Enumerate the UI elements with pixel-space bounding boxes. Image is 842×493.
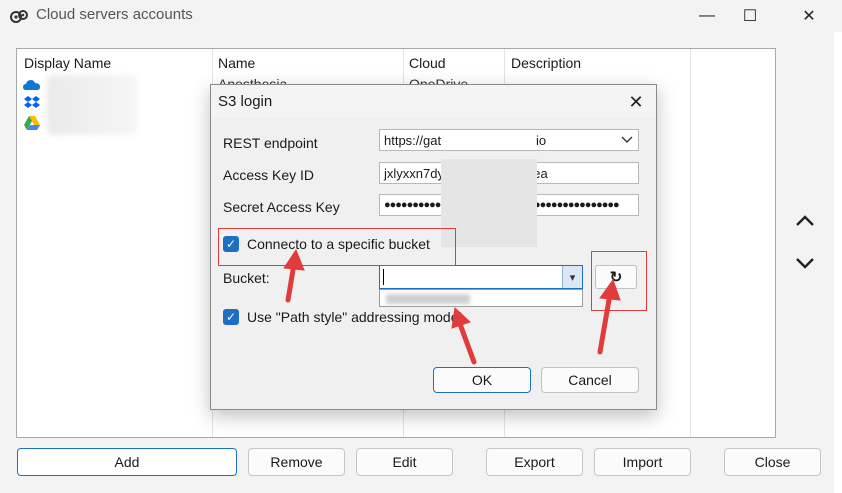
chevron-down-icon: ▾	[569, 271, 576, 284]
blurred-display-names	[47, 75, 137, 135]
maximize-icon: ☐	[742, 8, 758, 25]
export-button[interactable]: Export	[486, 448, 583, 476]
bucket-combobox[interactable]: ▾	[379, 265, 583, 289]
minimize-icon: —	[699, 7, 715, 24]
close-button[interactable]: Close	[724, 448, 821, 476]
google-drive-icon	[24, 116, 40, 130]
add-button[interactable]: Add	[17, 448, 237, 476]
bucket-dropdown-button[interactable]: ▾	[562, 266, 582, 288]
column-header-description[interactable]: Description	[511, 55, 581, 71]
rest-endpoint-value: https://gat	[384, 133, 442, 148]
chevron-down-icon	[621, 136, 633, 143]
cancel-button[interactable]: Cancel	[541, 367, 639, 393]
cloud-gears-icon	[10, 10, 28, 23]
column-divider	[690, 49, 691, 437]
text-caret	[383, 269, 384, 285]
secret-key-suffix: ●●●●●●●●●●●●●●●	[534, 199, 620, 211]
annotation-box-connect-bucket	[218, 228, 456, 266]
close-icon: ✕	[802, 8, 816, 25]
access-key-value: jxlyxxn7dy	[384, 166, 444, 181]
remove-button[interactable]: Remove	[248, 448, 345, 476]
move-down-button[interactable]	[788, 246, 822, 280]
window-title: Cloud servers accounts	[36, 6, 193, 23]
column-header-display-name[interactable]: Display Name	[24, 55, 111, 71]
title-bar: Cloud servers accounts — ☐ ✕	[0, 0, 842, 32]
blurred-bucket-option[interactable]	[386, 294, 470, 304]
rest-endpoint-suffix: io	[536, 133, 547, 148]
checkbox-checked-icon: ✓	[223, 309, 239, 325]
dialog-close-button[interactable]: ✕	[625, 91, 647, 113]
chevron-down-icon	[796, 258, 814, 269]
window-edge	[834, 32, 842, 493]
secret-key-value: ●●●●●●●●●●	[384, 199, 441, 211]
rest-endpoint-label: REST endpoint	[223, 135, 318, 151]
close-icon: ✕	[628, 91, 644, 112]
maximize-button[interactable]: ☐	[727, 0, 773, 32]
dialog-title: S3 login	[218, 93, 273, 110]
import-button[interactable]: Import	[594, 448, 691, 476]
minimize-button[interactable]: —	[684, 0, 730, 32]
annotation-box-refresh	[591, 251, 647, 311]
move-up-button[interactable]	[788, 204, 822, 238]
dropbox-icon	[24, 96, 40, 108]
secret-key-label: Secret Access Key	[223, 199, 340, 215]
path-style-checkbox[interactable]: ✓ Use "Path style" addressing model	[223, 309, 462, 325]
rest-endpoint-select[interactable]: https://gat io	[379, 129, 639, 151]
column-header-cloud[interactable]: Cloud	[409, 55, 446, 71]
access-key-label: Access Key ID	[223, 167, 315, 183]
close-window-button[interactable]: ✕	[786, 0, 832, 32]
onedrive-icon	[23, 80, 40, 90]
column-header-name[interactable]: Name	[218, 55, 255, 71]
ok-button[interactable]: OK	[433, 367, 531, 393]
bucket-label: Bucket:	[223, 270, 270, 286]
edit-button[interactable]: Edit	[356, 448, 453, 476]
chevron-up-icon	[796, 215, 814, 226]
bucket-dropdown-list[interactable]	[379, 289, 583, 307]
path-style-label: Use "Path style" addressing model	[247, 309, 462, 325]
